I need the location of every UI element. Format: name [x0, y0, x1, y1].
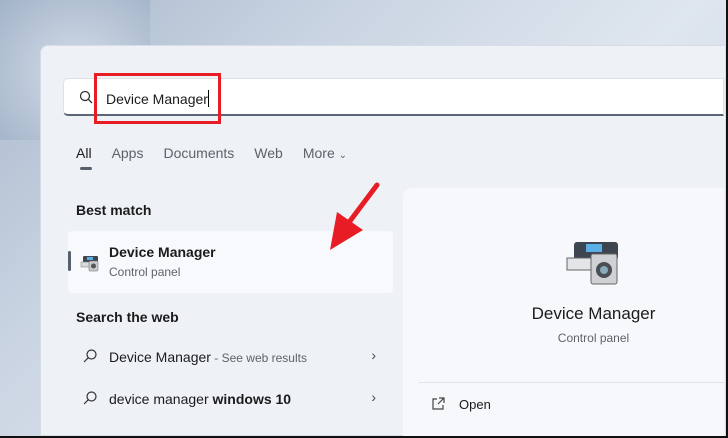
best-match-title: Device Manager [109, 244, 216, 260]
search-web-heading: Search the web [76, 309, 179, 325]
web-result-item[interactable]: Device Manager - See web results › [80, 347, 380, 367]
chevron-right-icon: › [371, 347, 376, 363]
search-value[interactable]: Device Manager [106, 90, 209, 107]
detail-subtitle: Control panel [557, 331, 630, 345]
tab-more[interactable]: More ⌄ [303, 145, 347, 161]
selection-indicator [68, 251, 71, 271]
detail-pane: Device Manager Control panel Open [403, 188, 724, 436]
search-icon [83, 391, 97, 405]
web-query-bold: windows 10 [212, 391, 292, 407]
tab-web[interactable]: Web [254, 145, 283, 161]
filter-tabs: All Apps Documents Web More ⌄ [76, 145, 367, 170]
divider [419, 382, 724, 383]
best-match-subtitle: Control panel [109, 265, 181, 279]
chevron-down-icon: ⌄ [338, 150, 348, 161]
web-result-item[interactable]: device manager windows 10 › [80, 389, 380, 409]
best-match-heading: Best match [76, 202, 152, 218]
chevron-right-icon: › [371, 389, 376, 405]
open-label: Open [459, 397, 491, 412]
open-action[interactable]: Open [431, 397, 511, 413]
device-manager-icon [80, 256, 99, 272]
tab-all[interactable]: All [76, 145, 92, 170]
web-query: device manager [109, 391, 213, 407]
search-icon [83, 349, 97, 363]
tab-apps[interactable]: Apps [112, 145, 144, 161]
search-icon [79, 90, 93, 104]
detail-title: Device Manager [531, 304, 656, 323]
device-manager-large-icon [566, 242, 618, 285]
tab-documents[interactable]: Documents [163, 145, 234, 161]
search-input[interactable]: Device Manager [63, 78, 724, 116]
annotation-arrow [330, 182, 380, 250]
open-external-icon [432, 397, 445, 410]
web-query: Device Manager [109, 349, 211, 365]
web-suffix: - See web results [210, 351, 307, 365]
